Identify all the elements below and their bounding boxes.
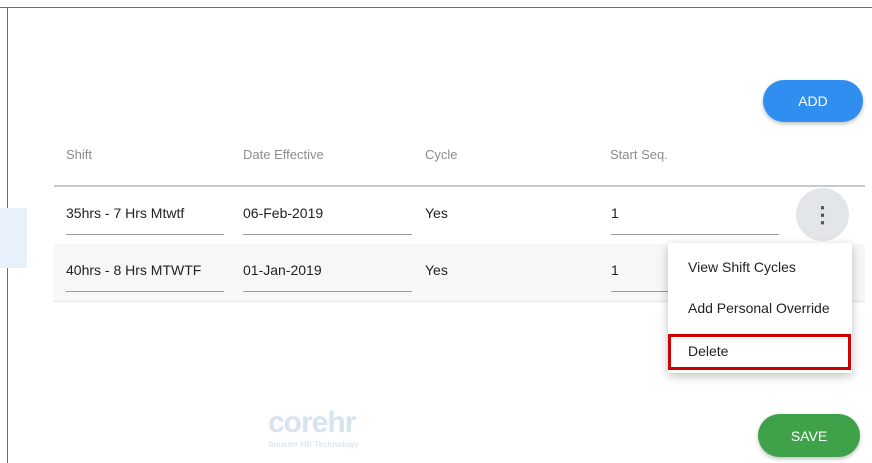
date-field-underline xyxy=(243,291,412,292)
menu-item-view-shift-cycles[interactable]: View Shift Cycles xyxy=(688,259,796,275)
more-vertical-icon: ⋮ xyxy=(811,201,834,227)
shift-field[interactable]: 40hrs - 8 Hrs MTWTF xyxy=(66,262,201,278)
cycle-value: Yes xyxy=(425,205,448,221)
column-header-cycle: Cycle xyxy=(425,147,458,162)
column-header-start-seq: Start Seq. xyxy=(610,147,668,162)
logo-tagline: Smarter HR Technology xyxy=(268,440,359,449)
start-seq-underline xyxy=(611,291,671,292)
date-field-underline xyxy=(243,234,412,235)
logo-text: corehr xyxy=(268,406,356,439)
add-button[interactable]: ADD xyxy=(763,80,863,122)
shift-field-underline xyxy=(66,234,224,235)
frame-top-border xyxy=(0,7,872,8)
start-seq-underline xyxy=(611,234,779,235)
column-header-date-effective: Date Effective xyxy=(243,147,324,162)
side-panel-tab[interactable] xyxy=(0,208,27,268)
menu-item-add-personal-override[interactable]: Add Personal Override xyxy=(688,300,830,316)
shift-field-underline xyxy=(66,291,224,292)
date-effective-field[interactable]: 01-Jan-2019 xyxy=(243,262,322,278)
cycle-value: Yes xyxy=(425,262,448,278)
corehr-logo: corehr Smarter HR Technology xyxy=(268,406,388,450)
shift-field[interactable]: 35hrs - 7 Hrs Mtwtf xyxy=(66,205,184,221)
start-seq-field[interactable]: 1 xyxy=(611,262,619,278)
date-effective-field[interactable]: 06-Feb-2019 xyxy=(243,205,323,221)
table-row: 35hrs - 7 Hrs Mtwtf 06-Feb-2019 Yes 1 xyxy=(54,187,865,245)
row-actions-button[interactable]: ⋮ xyxy=(796,188,849,241)
start-seq-field[interactable]: 1 xyxy=(611,205,619,221)
column-header-shift: Shift xyxy=(66,147,93,162)
save-button[interactable]: SAVE xyxy=(758,414,860,457)
delete-highlight-box xyxy=(668,334,851,370)
